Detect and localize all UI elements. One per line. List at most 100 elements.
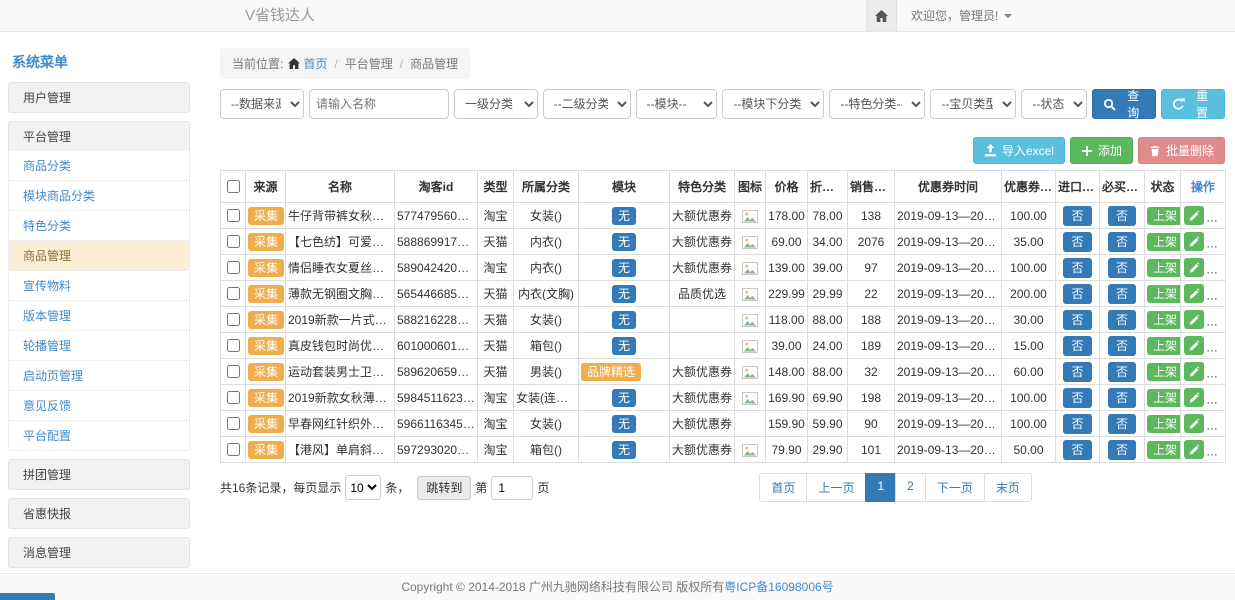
status-badge[interactable]: 上架 [1147, 363, 1181, 381]
page-number-input[interactable] [491, 476, 533, 500]
row-checkbox[interactable] [227, 287, 240, 300]
status-badge[interactable]: 上架 [1147, 311, 1181, 329]
import-select-toggle[interactable]: 否 [1063, 388, 1091, 408]
filter-select-9[interactable]: --状态-- [1021, 89, 1087, 119]
user-menu[interactable]: 欢迎您，管理员! [897, 0, 1026, 31]
row-checkbox[interactable] [227, 261, 240, 274]
status-badge[interactable]: 上架 [1147, 337, 1181, 355]
must-buy-toggle[interactable]: 否 [1108, 258, 1136, 278]
add-button[interactable]: 添加 [1070, 137, 1133, 164]
row-checkbox[interactable] [227, 417, 240, 430]
reset-button-label: 重置 [1190, 87, 1214, 121]
edit-button[interactable] [1184, 440, 1204, 459]
must-buy-toggle[interactable]: 否 [1108, 206, 1136, 226]
edit-button[interactable] [1184, 206, 1204, 225]
row-checkbox[interactable] [227, 235, 240, 248]
must-buy-toggle[interactable]: 否 [1108, 414, 1136, 434]
sidebar-item-5[interactable]: 宣传物料 [9, 271, 189, 301]
edit-button[interactable] [1184, 362, 1204, 381]
filter-select-4[interactable]: --二级分类-- [543, 89, 631, 119]
filter-select-8[interactable]: --宝贝类型-- [930, 89, 1016, 119]
status-badge[interactable]: 上架 [1147, 233, 1181, 251]
status-badge[interactable]: 上架 [1147, 259, 1181, 277]
sidebar-item-1[interactable]: 商品分类 [9, 151, 189, 181]
home-button[interactable] [866, 0, 897, 31]
pager-page-2[interactable]: 2 [895, 473, 926, 502]
import-select-toggle[interactable]: 否 [1063, 206, 1091, 226]
must-buy-toggle[interactable]: 否 [1108, 336, 1136, 356]
edit-button[interactable] [1184, 284, 1204, 303]
must-buy-toggle[interactable]: 否 [1108, 310, 1136, 330]
status-badge[interactable]: 上架 [1147, 415, 1181, 433]
reset-button[interactable]: 重置 [1161, 89, 1225, 119]
sidebar-group-3[interactable]: 拼团管理 [8, 459, 190, 490]
filter-select-7[interactable]: --特色分类-- [829, 89, 925, 119]
edit-button[interactable] [1184, 310, 1204, 329]
filter-select-3[interactable]: 一级分类 [454, 89, 538, 119]
import-excel-button[interactable]: 导入excel [973, 137, 1065, 164]
filter-select-1[interactable]: --数据来源-- [220, 89, 304, 119]
import-select-toggle[interactable]: 否 [1063, 232, 1091, 252]
pager-page-1[interactable]: 1 [865, 473, 896, 502]
pager-next[interactable]: 下一页 [925, 473, 985, 502]
cell-taoke-id: 598451162391 [395, 385, 478, 411]
cell-category: 内衣(文胸) [514, 281, 579, 307]
edit-button[interactable] [1184, 388, 1204, 407]
sidebar-group-5[interactable]: 消息管理 [8, 537, 190, 568]
must-buy-toggle[interactable]: 否 [1108, 440, 1136, 460]
row-checkbox[interactable] [227, 209, 240, 222]
jump-button[interactable]: 跳转到 [417, 476, 471, 500]
import-select-toggle[interactable]: 否 [1063, 310, 1091, 330]
batch-delete-button[interactable]: 批量删除 [1138, 137, 1225, 164]
row-checkbox[interactable] [227, 313, 240, 326]
name-search-input[interactable] [309, 89, 449, 119]
sidebar-group-4[interactable]: 省惠快报 [8, 498, 190, 529]
row-checkbox[interactable] [227, 391, 240, 404]
must-buy-toggle[interactable]: 否 [1108, 284, 1136, 304]
import-select-toggle[interactable]: 否 [1063, 362, 1091, 382]
must-buy-toggle[interactable]: 否 [1108, 362, 1136, 382]
status-badge[interactable]: 上架 [1147, 285, 1181, 303]
icp-link[interactable]: 粤ICP备16098006号 [724, 580, 833, 594]
sidebar-item-9[interactable]: 意见反馈 [9, 391, 189, 421]
breadcrumb-home-link[interactable]: 首页 [288, 55, 327, 72]
edit-button[interactable] [1184, 414, 1204, 433]
must-buy-toggle[interactable]: 否 [1108, 388, 1136, 408]
sidebar-item-7[interactable]: 轮播管理 [9, 331, 189, 361]
breadcrumb-separator: / [400, 57, 403, 71]
filter-select-6[interactable]: --模块下分类-- [722, 89, 824, 119]
edit-button[interactable] [1184, 336, 1204, 355]
pager-first[interactable]: 首页 [759, 473, 807, 502]
import-excel-button-label: 导入excel [1002, 142, 1054, 159]
import-select-toggle[interactable]: 否 [1063, 258, 1091, 278]
cell-price: 159.90 [766, 411, 808, 437]
sidebar-item-4[interactable]: 商品管理 [9, 241, 189, 271]
pager-last[interactable]: 末页 [984, 473, 1032, 502]
sidebar-item-2[interactable]: 模块商品分类 [9, 181, 189, 211]
filter-select-5[interactable]: --模块-- [636, 89, 718, 119]
sidebar-group-2[interactable]: 平台管理 [8, 121, 190, 151]
row-checkbox[interactable] [227, 339, 240, 352]
select-all-checkbox[interactable] [227, 180, 240, 193]
status-badge[interactable]: 上架 [1147, 441, 1181, 459]
sidebar-group-1[interactable]: 用户管理 [8, 82, 190, 113]
import-select-toggle[interactable]: 否 [1063, 336, 1091, 356]
search-button[interactable]: 查询 [1092, 89, 1156, 119]
pager-prev[interactable]: 上一页 [806, 473, 866, 502]
sidebar-item-3[interactable]: 特色分类 [9, 211, 189, 241]
sidebar-item-10[interactable]: 平台配置 [9, 421, 189, 450]
per-page-select[interactable]: 10 [345, 475, 381, 500]
breadcrumb-home-label: 首页 [303, 55, 327, 72]
import-select-toggle[interactable]: 否 [1063, 284, 1091, 304]
import-select-toggle[interactable]: 否 [1063, 440, 1091, 460]
edit-button[interactable] [1184, 232, 1204, 251]
sidebar-item-6[interactable]: 版本管理 [9, 301, 189, 331]
must-buy-toggle[interactable]: 否 [1108, 232, 1136, 252]
status-badge[interactable]: 上架 [1147, 389, 1181, 407]
sidebar-item-8[interactable]: 启动页管理 [9, 361, 189, 391]
edit-button[interactable] [1184, 258, 1204, 277]
row-checkbox[interactable] [227, 443, 240, 456]
status-badge[interactable]: 上架 [1147, 207, 1181, 225]
import-select-toggle[interactable]: 否 [1063, 414, 1091, 434]
row-checkbox[interactable] [227, 365, 240, 378]
